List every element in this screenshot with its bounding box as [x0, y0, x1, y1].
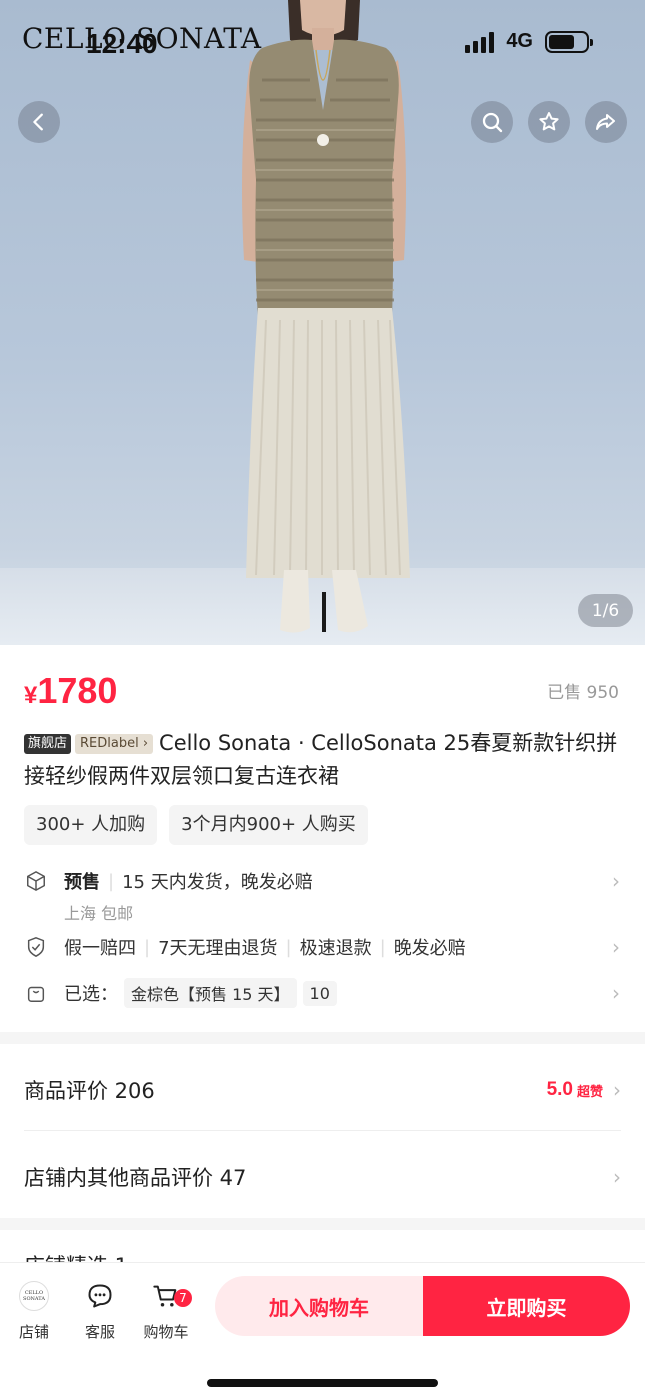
- section-gap: [0, 1032, 645, 1044]
- divider: |: [144, 936, 151, 958]
- selection-label: 已选：: [64, 984, 118, 1005]
- store-logo: CELLO SONATA: [19, 1281, 49, 1311]
- share-arrow-icon: [596, 114, 615, 130]
- chevron-right-icon: ›: [612, 869, 620, 893]
- presale-text: 15 天内发货，晚发必赔: [122, 872, 313, 893]
- selected-size: 10: [302, 980, 337, 1006]
- bag-icon: [24, 981, 48, 1005]
- guarantee-row[interactable]: 假一赔四 | 7天无理由退货 | 极速退款 | 晚发必赔 ›: [24, 934, 624, 960]
- search-icon: [482, 112, 503, 133]
- bottom-action-bar: CELLO SONATA 店铺 客服 7 购物车 加入购物车 立即购买: [0, 1262, 645, 1398]
- review-score: 5.0 超赞 ›: [547, 1078, 621, 1102]
- divider: [24, 1130, 621, 1131]
- back-button[interactable]: [18, 101, 60, 143]
- favorite-button[interactable]: [528, 101, 570, 143]
- section-gap: [0, 1218, 645, 1230]
- product-reviews-label: 商品评价 206: [24, 1079, 155, 1103]
- cart-label: 购物车: [143, 1323, 189, 1341]
- guarantee-item: 晚发必赔: [393, 938, 466, 959]
- chevron-right-icon: ›: [612, 981, 620, 1005]
- product-photo: [242, 0, 410, 633]
- shield-check-icon: [24, 935, 48, 959]
- price-value: 1780: [37, 670, 118, 711]
- chevron-right-icon: ›: [613, 1078, 621, 1102]
- divider: |: [108, 870, 115, 892]
- currency-symbol: ¥: [24, 682, 38, 709]
- ship-origin: 上海 包邮: [64, 904, 134, 923]
- store-reviews-row[interactable]: 店铺内其他商品评价 47 ›: [24, 1162, 621, 1192]
- selection-row[interactable]: 已选： 金棕色【预售 15 天】 10 ›: [24, 978, 624, 1008]
- product-tags: 300+ 人加购 3个月内900+ 人购买: [24, 805, 368, 845]
- star-icon: [539, 112, 559, 131]
- service-label: 客服: [84, 1323, 115, 1341]
- store-label: 店铺: [18, 1323, 49, 1341]
- status-time: 12:40: [86, 28, 158, 59]
- guarantee-item: 假一赔四: [64, 938, 136, 959]
- network-type: 4G: [506, 30, 533, 52]
- guarantee-item: 7天无理由退货: [158, 938, 278, 959]
- score-tag: 超赞: [576, 1084, 603, 1100]
- score-value: 5.0: [546, 1079, 573, 1100]
- product-image-carousel[interactable]: CELLO SONATA 12:40 4G 1/6: [0, 0, 645, 645]
- tag-add-to-cart-count: 300+ 人加购: [24, 805, 158, 845]
- price: ¥1780: [24, 670, 117, 712]
- status-indicators: 4G: [465, 30, 593, 53]
- box-icon: [24, 869, 48, 893]
- divider: |: [285, 936, 292, 958]
- redlabel-badge[interactable]: REDlabel ›: [75, 734, 154, 754]
- store-reviews-label: 店铺内其他商品评价 47: [24, 1166, 247, 1190]
- guarantee-item: 极速退款: [299, 938, 372, 959]
- battery-icon: [545, 30, 593, 53]
- product-reviews-row[interactable]: 商品评价 206 5.0 超赞 ›: [24, 1075, 621, 1105]
- image-counter: 1/6: [578, 594, 633, 627]
- divider: |: [379, 936, 386, 958]
- store-nav[interactable]: CELLO SONATA 店铺: [4, 1279, 64, 1342]
- chevron-right-icon: ›: [612, 935, 620, 959]
- flagship-badge: 旗舰店: [24, 734, 72, 754]
- sold-count: 已售 950: [547, 683, 619, 703]
- presale-label: 预售: [64, 872, 100, 893]
- cart-count-badge: 7: [174, 1289, 192, 1307]
- add-to-cart-button[interactable]: 加入购物车: [215, 1276, 423, 1336]
- product-title: 旗舰店 REDlabel › Cello Sonata · CelloSonata …: [24, 727, 624, 793]
- service-nav[interactable]: 客服: [70, 1279, 130, 1342]
- buy-now-button[interactable]: 立即购买: [423, 1276, 630, 1336]
- tag-purchase-count: 3个月内900+ 人购买: [169, 805, 368, 845]
- shipping-row[interactable]: 预售 | 15 天内发货，晚发必赔 ›: [24, 868, 624, 894]
- search-button[interactable]: [471, 101, 513, 143]
- share-button[interactable]: [585, 101, 627, 143]
- chevron-right-icon: ›: [613, 1165, 621, 1189]
- selected-color: 金棕色【预售 15 天】: [124, 978, 297, 1008]
- chat-bubble-icon: [88, 1284, 112, 1308]
- cart-nav[interactable]: 7 购物车: [136, 1279, 196, 1342]
- home-indicator: [207, 1379, 438, 1387]
- signal-icon: [465, 31, 495, 53]
- chevron-left-icon: [33, 113, 43, 131]
